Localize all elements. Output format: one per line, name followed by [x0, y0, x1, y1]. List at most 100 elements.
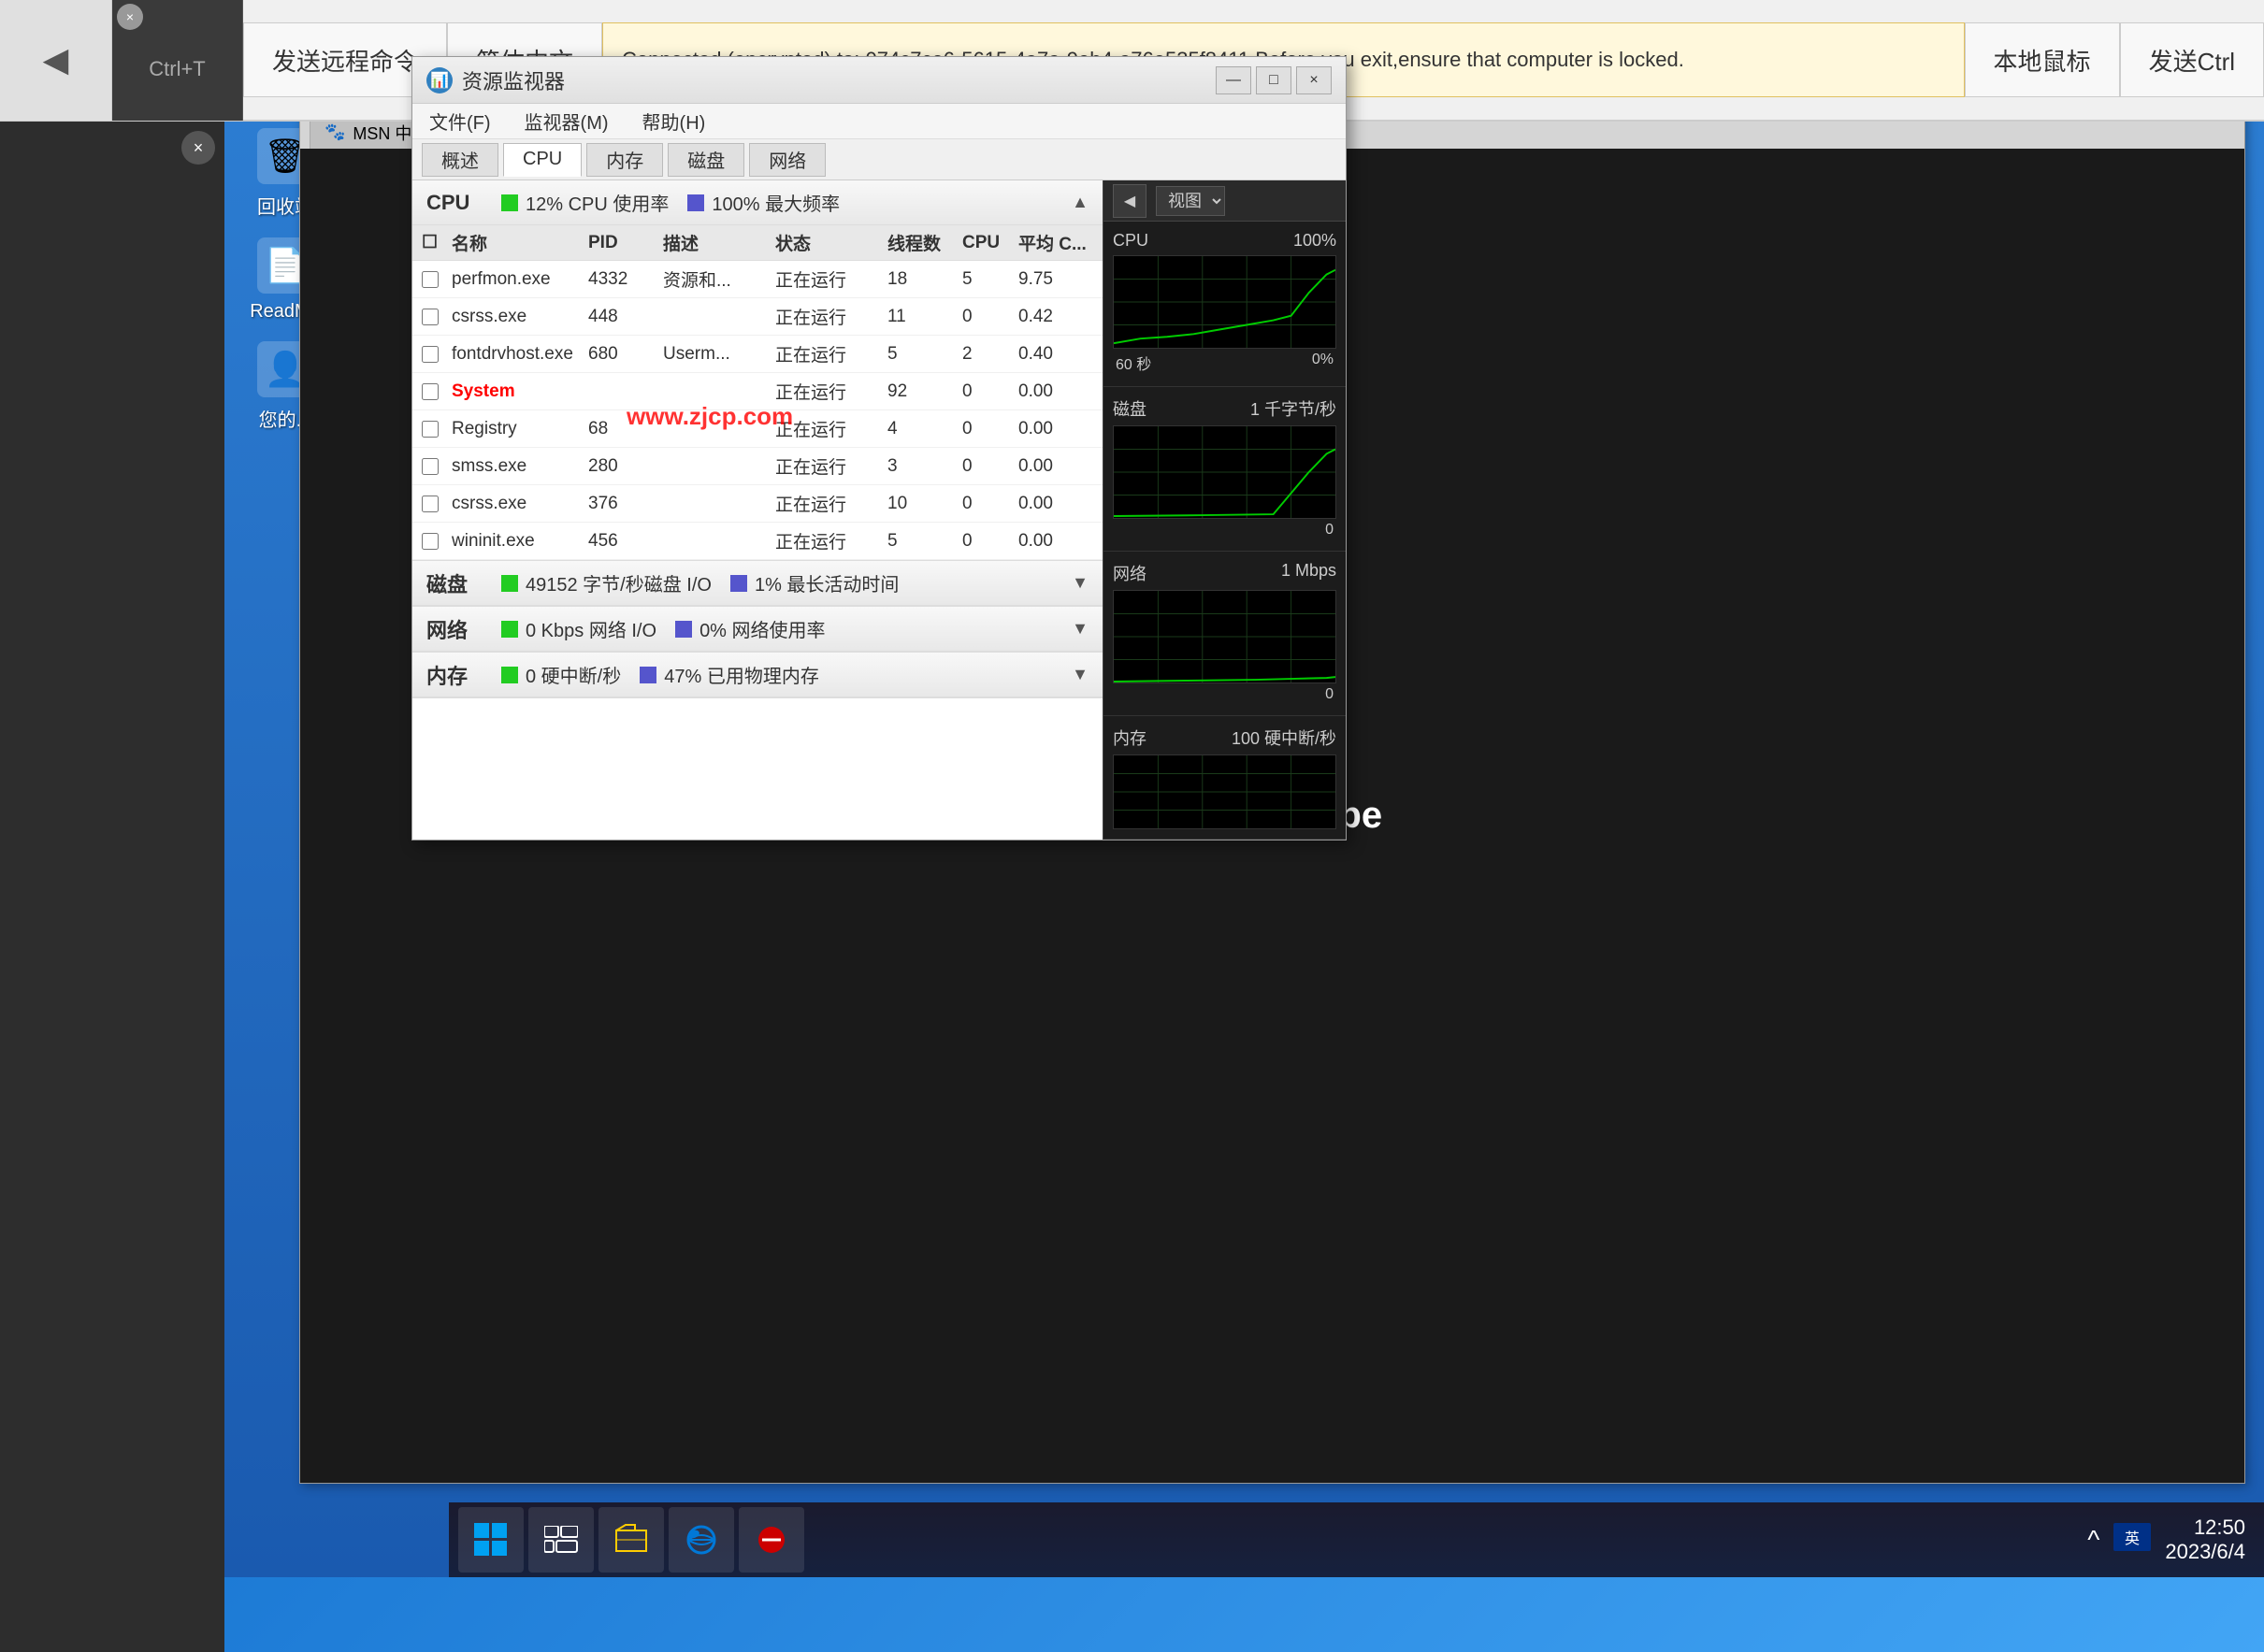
row-checkbox-4[interactable] [422, 421, 439, 438]
resmon-maximize-btn[interactable]: □ [1256, 66, 1291, 94]
memory-expand-icon[interactable]: ▼ [1072, 665, 1089, 684]
menu-help[interactable]: 帮助(H) [635, 104, 714, 138]
taskbar-explorer-btn[interactable] [598, 1507, 664, 1573]
taskbar-app-btn[interactable] [739, 1507, 804, 1573]
cpu-section-expand-icon[interactable]: ▲ [1072, 193, 1089, 212]
proc-cpu-6: 0 [962, 494, 1018, 514]
proc-desc-0: 资源和... [663, 266, 775, 292]
proc-name-0: perfmon.exe [452, 269, 588, 290]
network-stat1-indicator [501, 621, 518, 638]
network-bottom-label: 0 [1325, 686, 1334, 702]
memory-graph-canvas [1113, 754, 1336, 829]
disk-stat2-indicator [730, 575, 747, 592]
network-section-header[interactable]: 网络 0 Kbps 网络 I/O 0% 网络使用率 ▼ [412, 607, 1103, 652]
network-stat1: 0 Kbps 网络 I/O [501, 615, 656, 642]
vnc-back-button[interactable]: ◀ [0, 0, 112, 121]
proc-avg-5: 0.00 [1018, 456, 1093, 477]
perf-nav-button[interactable]: ◀ [1113, 184, 1146, 218]
table-row[interactable]: csrss.exe 448 正在运行 11 0 0.42 [412, 298, 1103, 336]
proc-name-2: fontdrvhost.exe [452, 344, 588, 365]
proc-cpu-5: 0 [962, 456, 1018, 477]
taskbar-start-button[interactable] [458, 1507, 524, 1573]
table-row[interactable]: perfmon.exe 4332 资源和... 正在运行 18 5 9.75 [412, 261, 1103, 298]
cpu-graph-value: 100% [1293, 231, 1336, 251]
proc-threads-6: 10 [887, 494, 962, 514]
vnc-panel-close-button[interactable]: × [181, 131, 215, 165]
tab-memory[interactable]: 内存 [586, 143, 663, 177]
proc-name-4: Registry [452, 419, 588, 439]
col-threads[interactable]: 线程数 [887, 230, 962, 255]
proc-status-3: 正在运行 [775, 379, 887, 404]
menu-monitor[interactable]: 监视器(M) [517, 104, 616, 138]
row-checkbox-2[interactable] [422, 346, 439, 363]
perf-view-select[interactable]: 视图 [1156, 186, 1225, 216]
network-graph-canvas [1113, 590, 1336, 683]
resmon-window-buttons: — □ × [1216, 66, 1332, 94]
row-checkbox-5[interactable] [422, 458, 439, 475]
memory-section-title: 内存 [426, 660, 483, 690]
network-section-title: 网络 [426, 614, 483, 644]
table-row[interactable]: wininit.exe 456 正在运行 5 0 0.00 [412, 523, 1103, 560]
tab-cpu[interactable]: CPU [503, 143, 582, 177]
row-checkbox-0[interactable] [422, 271, 439, 288]
network-stat1-text: 0 Kbps 网络 I/O [526, 615, 656, 642]
tab-overview[interactable]: 概述 [422, 143, 498, 177]
col-status[interactable]: 状态 [775, 230, 887, 255]
memory-graph-section: 内存 100 硬中断/秒 [1103, 716, 1346, 840]
col-name[interactable]: 名称 [452, 230, 588, 255]
proc-avg-0: 9.75 [1018, 269, 1093, 290]
network-expand-icon[interactable]: ▼ [1072, 619, 1089, 639]
memory-graph-title: 内存 [1113, 725, 1146, 750]
proc-pid-6: 376 [588, 494, 663, 514]
tray-chevron-icon[interactable]: ^ [2087, 1525, 2099, 1555]
memory-section-header[interactable]: 内存 0 硬中断/秒 47% 已用物理内存 ▼ [412, 653, 1103, 697]
table-row[interactable]: csrss.exe 376 正在运行 10 0 0.00 [412, 485, 1103, 523]
disk-section: 磁盘 49152 字节/秒磁盘 I/O 1% 最长活动时间 ▼ [412, 561, 1103, 607]
proc-avg-1: 0.42 [1018, 307, 1093, 327]
local-mouse-button[interactable]: 本地鼠标 [1965, 22, 2120, 97]
disk-expand-icon[interactable]: ▼ [1072, 573, 1089, 593]
resmon-minimize-btn[interactable]: — [1216, 66, 1251, 94]
tab-disk[interactable]: 磁盘 [668, 143, 744, 177]
table-row[interactable]: fontdrvhost.exe 680 Userm... 正在运行 5 2 0.… [412, 336, 1103, 373]
cpu-graph-canvas [1113, 255, 1336, 349]
resmon-close-btn[interactable]: × [1296, 66, 1332, 94]
row-checkbox-6[interactable] [422, 496, 439, 512]
row-checkbox-1[interactable] [422, 309, 439, 325]
row-checkbox-3[interactable] [422, 383, 439, 400]
taskbar-task-view-btn[interactable] [528, 1507, 594, 1573]
col-pid[interactable]: PID [588, 233, 663, 253]
resmon-main-content: CPU 12% CPU 使用率 100% 最大频率 ▲ [412, 180, 1103, 840]
network-section: 网络 0 Kbps 网络 I/O 0% 网络使用率 ▼ [412, 607, 1103, 653]
row-checkbox-7[interactable] [422, 533, 439, 550]
proc-pid-7: 456 [588, 531, 663, 552]
cpu-section-header[interactable]: CPU 12% CPU 使用率 100% 最大频率 ▲ [412, 180, 1103, 225]
memory-section: 内存 0 硬中断/秒 47% 已用物理内存 ▼ [412, 653, 1103, 698]
proc-threads-5: 3 [887, 456, 962, 477]
taskbar-ie-btn[interactable] [669, 1507, 734, 1573]
cpu-graph-section: CPU 100% [1103, 222, 1346, 387]
cpu-stat1-indicator [501, 194, 518, 211]
col-desc[interactable]: 描述 [663, 230, 775, 255]
proc-status-2: 正在运行 [775, 341, 887, 366]
memory-stat1-indicator [501, 667, 518, 683]
taskbar-tray: ^ 英 12:50 2023/6/4 [2087, 1516, 2255, 1564]
windows-desktop: 💻 此电... 🗑 回收站 📄 ReadMe 👤 您的... ▶ YouTube [224, 0, 2264, 1577]
table-row[interactable]: smss.exe 280 正在运行 3 0 0.00 [412, 448, 1103, 485]
vnc-tab-close-button[interactable]: × [117, 4, 143, 30]
proc-avg-2: 0.40 [1018, 344, 1093, 365]
disk-stat1-indicator [501, 575, 518, 592]
col-avg[interactable]: 平均 C... [1018, 230, 1093, 255]
resmon-title: 资源监视器 [462, 65, 1206, 95]
network-graph-footer: 0 [1113, 683, 1336, 706]
disk-graph-section: 磁盘 1 千字节/秒 [1103, 387, 1346, 552]
desktop: ◀ × Ctrl+T 发送远程命令 简体中文 Connected (encryp… [0, 0, 2264, 1652]
network-stat2: 0% 网络使用率 [675, 615, 825, 642]
tab-network[interactable]: 网络 [749, 143, 826, 177]
col-cpu[interactable]: CPU [962, 233, 1018, 253]
send-ctrl-button[interactable]: 发送Ctrl [2120, 22, 2264, 97]
menu-file[interactable]: 文件(F) [422, 104, 498, 138]
disk-section-header[interactable]: 磁盘 49152 字节/秒磁盘 I/O 1% 最长活动时间 ▼ [412, 561, 1103, 606]
cpu-stat2-text: 100% 最大频率 [712, 189, 840, 216]
vnc-left-panel: × [0, 122, 224, 1652]
